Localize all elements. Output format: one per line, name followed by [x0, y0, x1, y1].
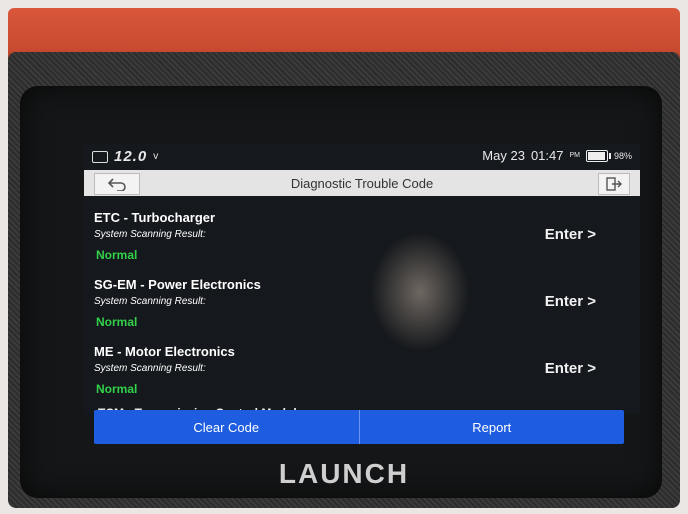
report-button[interactable]: Report	[360, 410, 625, 444]
enter-button[interactable]: Enter >	[545, 226, 596, 243]
voltage-value: 12.0	[114, 148, 148, 165]
scan-result-label: System Scanning Result:	[94, 229, 206, 240]
page-title: Diagnostic Trouble Code	[290, 176, 434, 191]
exit-icon	[606, 177, 622, 191]
battery-voltage-icon	[92, 150, 108, 163]
list-item[interactable]: ME - Motor Electronics System Scanning R…	[84, 336, 640, 403]
enter-button[interactable]: Enter >	[545, 360, 596, 377]
date-text: May 23	[482, 148, 525, 163]
list-item[interactable]: ETC - Turbocharger System Scanning Resul…	[84, 202, 640, 269]
title-bar: Diagnostic Trouble Code	[84, 170, 640, 196]
system-name: ME - Motor Electronics	[94, 344, 235, 359]
clear-code-button[interactable]: Clear Code	[94, 410, 359, 444]
status-normal: Normal	[96, 315, 138, 329]
battery-icon	[585, 149, 611, 162]
scan-result-label: System Scanning Result:	[94, 296, 206, 307]
scan-result-label: System Scanning Result:	[94, 363, 206, 374]
time-text: 01:47	[530, 148, 564, 163]
status-right: May 23 01:47 PM 98%	[482, 148, 632, 163]
exit-button[interactable]	[598, 173, 630, 195]
system-name: ETC - Turbocharger	[94, 210, 216, 225]
status-left: 12.0 v	[92, 148, 158, 165]
action-bar: Clear Code Report	[94, 410, 624, 444]
list-item[interactable]: SG-EM - Power Electronics System Scannin…	[84, 269, 640, 336]
system-list: ETC - Turbocharger System Scanning Resul…	[84, 202, 640, 403]
system-name: SG-EM - Power Electronics	[94, 277, 261, 292]
screen: 12.0 v May 23 01:47 PM 98% Diagnostic Tr…	[84, 144, 640, 414]
brand-logo: LAUNCH	[278, 458, 410, 489]
ampm-text: PM	[569, 152, 580, 159]
battery-fill	[587, 151, 605, 160]
enter-button[interactable]: Enter >	[545, 293, 596, 310]
battery-percent: 98%	[613, 150, 632, 161]
status-bar: 12.0 v May 23 01:47 PM 98%	[84, 144, 640, 168]
status-normal: Normal	[96, 248, 138, 262]
status-normal: Normal	[96, 382, 138, 396]
voltage-unit: v	[153, 151, 159, 162]
